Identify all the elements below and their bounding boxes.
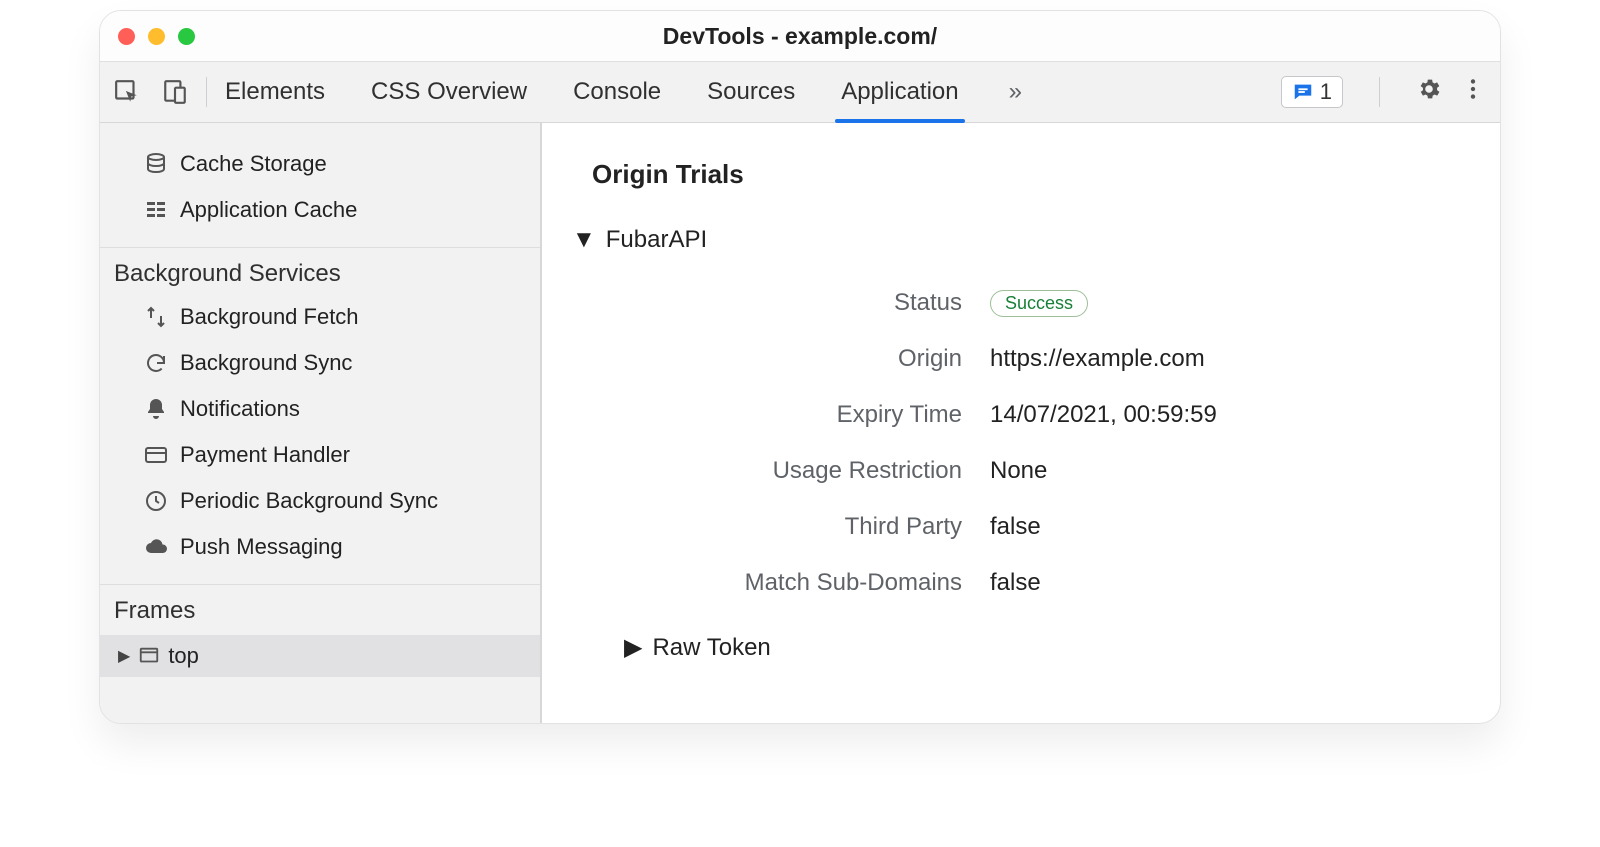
value-usage-restriction: None bbox=[990, 457, 1047, 485]
clock-icon bbox=[144, 489, 168, 513]
label-usage-restriction: Usage Restriction bbox=[642, 457, 962, 485]
sidebar-item-payment-handler[interactable]: Payment Handler bbox=[100, 432, 540, 478]
sidebar-item-label: Push Messaging bbox=[180, 534, 343, 560]
message-icon bbox=[1292, 81, 1314, 103]
sidebar-item-notifications[interactable]: Notifications bbox=[100, 386, 540, 432]
origin-trials-panel: Origin Trials ▼ FubarAPI Status Success … bbox=[542, 123, 1500, 723]
frame-icon bbox=[138, 645, 160, 667]
expand-triangle-icon: ▶ bbox=[624, 633, 642, 662]
collapse-triangle-icon: ▼ bbox=[572, 226, 596, 254]
sidebar-item-label: Application Cache bbox=[180, 197, 357, 223]
value-match-subdomains: false bbox=[990, 569, 1041, 597]
device-toolbar-icon[interactable] bbox=[162, 79, 188, 105]
tab-application[interactable]: Application bbox=[841, 62, 958, 122]
window-title: DevTools - example.com/ bbox=[100, 23, 1500, 50]
sidebar-item-periodic-background-sync[interactable]: Periodic Background Sync bbox=[100, 478, 540, 524]
inspect-element-icon[interactable] bbox=[114, 79, 140, 105]
tab-sources[interactable]: Sources bbox=[707, 62, 795, 122]
value-origin: https://example.com bbox=[990, 345, 1205, 373]
sidebar-item-label: Payment Handler bbox=[180, 442, 350, 468]
sidebar-item-background-fetch[interactable]: Background Fetch bbox=[100, 294, 540, 340]
status-badge: Success bbox=[990, 290, 1088, 317]
cloud-icon bbox=[144, 535, 168, 559]
panel-tabs: Elements CSS Overview Console Sources Ap… bbox=[225, 62, 1026, 122]
sidebar-heading-frames: Frames bbox=[100, 584, 540, 631]
credit-card-icon bbox=[144, 443, 168, 467]
sidebar-item-label: Periodic Background Sync bbox=[180, 488, 438, 514]
label-expiry: Expiry Time bbox=[642, 401, 962, 429]
issues-badge[interactable]: 1 bbox=[1281, 76, 1343, 108]
sidebar-item-cache-storage[interactable]: Cache Storage bbox=[100, 141, 540, 187]
toolbar-divider bbox=[206, 77, 207, 107]
devtools-window: DevTools - example.com/ Elements CSS Ove… bbox=[99, 10, 1501, 724]
tab-css-overview[interactable]: CSS Overview bbox=[371, 62, 527, 122]
raw-token-row[interactable]: ▶ Raw Token bbox=[624, 633, 1450, 662]
sidebar-item-label: Cache Storage bbox=[180, 151, 327, 177]
label-match-subdomains: Match Sub-Domains bbox=[642, 569, 962, 597]
settings-gear-icon[interactable] bbox=[1416, 76, 1442, 108]
label-origin: Origin bbox=[642, 345, 962, 373]
label-status: Status bbox=[642, 289, 962, 317]
trial-details-table: Status Success Origin https://example.co… bbox=[642, 288, 1450, 597]
trial-name: FubarAPI bbox=[606, 226, 707, 254]
title-bar: DevTools - example.com/ bbox=[100, 11, 1500, 61]
label-third-party: Third Party bbox=[642, 513, 962, 541]
sidebar-item-push-messaging[interactable]: Push Messaging bbox=[100, 524, 540, 570]
sidebar-item-frame-top[interactable]: ▶ top bbox=[100, 635, 540, 677]
close-window-button[interactable] bbox=[118, 28, 135, 45]
zoom-window-button[interactable] bbox=[178, 28, 195, 45]
value-expiry: 14/07/2021, 00:59:59 bbox=[990, 401, 1217, 429]
sidebar-item-label: Background Sync bbox=[180, 350, 352, 376]
minimize-window-button[interactable] bbox=[148, 28, 165, 45]
value-third-party: false bbox=[990, 513, 1041, 541]
sidebar-item-label: Notifications bbox=[180, 396, 300, 422]
more-tabs-icon[interactable]: » bbox=[1005, 62, 1026, 122]
sidebar-item-label: Background Fetch bbox=[180, 304, 359, 330]
sidebar-item-application-cache[interactable]: Application Cache bbox=[100, 187, 540, 233]
bell-icon bbox=[144, 397, 168, 421]
trial-row[interactable]: ▼ FubarAPI bbox=[572, 226, 1450, 254]
grid-icon bbox=[144, 198, 168, 222]
fetch-icon bbox=[144, 305, 168, 329]
tab-elements[interactable]: Elements bbox=[225, 62, 325, 122]
sync-icon bbox=[144, 351, 168, 375]
issues-count: 1 bbox=[1320, 79, 1332, 105]
database-icon bbox=[144, 152, 168, 176]
tab-console[interactable]: Console bbox=[573, 62, 661, 122]
application-sidebar: Cache Storage Application Cache Backgrou… bbox=[100, 123, 542, 723]
expand-triangle-icon: ▶ bbox=[118, 646, 130, 666]
raw-token-label: Raw Token bbox=[652, 634, 770, 662]
sidebar-item-background-sync[interactable]: Background Sync bbox=[100, 340, 540, 386]
sidebar-item-label: top bbox=[168, 643, 199, 669]
window-controls bbox=[118, 28, 195, 45]
kebab-menu-icon[interactable] bbox=[1460, 76, 1486, 108]
sidebar-heading-background-services: Background Services bbox=[100, 247, 540, 294]
toolbar-divider-right bbox=[1379, 77, 1380, 107]
panel-title: Origin Trials bbox=[592, 159, 1450, 190]
top-toolbar: Elements CSS Overview Console Sources Ap… bbox=[100, 61, 1500, 123]
